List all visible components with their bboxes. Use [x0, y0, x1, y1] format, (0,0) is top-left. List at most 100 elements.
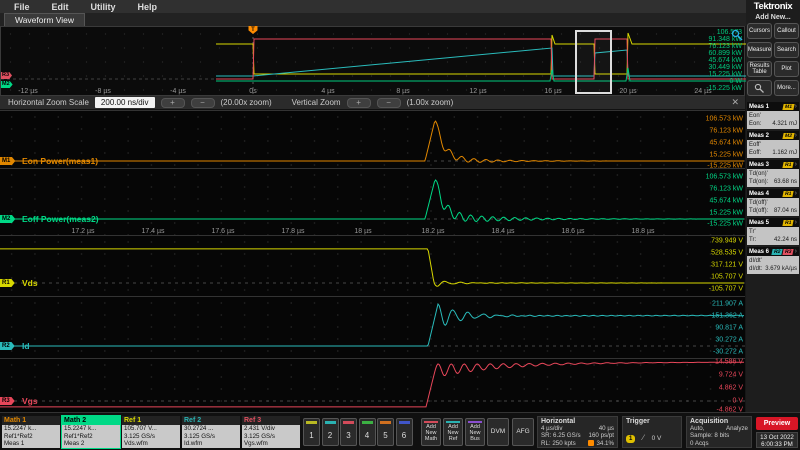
meas-card-meas-2[interactable]: Meas 2M2›Eoff'Eoff:1.162 mJ	[747, 131, 799, 158]
meas-title: Meas 6	[749, 249, 771, 255]
meas-value: 3.679 kA/µs	[765, 265, 797, 273]
overview-graticule[interactable]: -12 µs-8 µs-4 µs0s4 µs8 µs12 µs16 µs20 µ…	[0, 26, 745, 96]
vds-scale-label: 105.707 V	[711, 274, 743, 281]
date-time-display: 13 Oct 2022 6:00:33 PM	[756, 432, 798, 448]
eon-scale-label: 15.225 kW	[710, 152, 743, 159]
cursors-button[interactable]: Cursors	[747, 23, 772, 39]
vertical-zoom-label: Vertical Zoom	[292, 98, 341, 107]
slice-time-label: 18.8 µs	[631, 228, 654, 235]
zoom-toolbar: Horizontal Zoom Scale 200.00 ns/div + − …	[0, 96, 745, 110]
zoom-window-box[interactable]	[575, 30, 612, 94]
meas-value: 42.24 ns	[774, 236, 797, 244]
v-zoom-out-button[interactable]: −	[377, 98, 401, 108]
slice-panel-eoff[interactable]: 106.573 kW76.123 kW45.674 kW15.225 kW-15…	[0, 168, 745, 235]
waveform-badge-ref-1[interactable]: Ref 1105.707 V...3.125 GS/sVds.wfm	[122, 416, 180, 448]
horizontal-title: Horizontal	[541, 418, 614, 425]
h-zoom-out-button[interactable]: −	[191, 98, 215, 108]
overview-time-label: 0s	[249, 88, 256, 95]
slice-time-label: 18.6 µs	[561, 228, 584, 235]
dvm-button[interactable]: DVM	[487, 418, 509, 446]
waveform-badge-ref-3[interactable]: Ref 32.431 V/div3.125 GS/sVgs.wfm	[242, 416, 300, 448]
channel-3-button[interactable]: 3	[340, 418, 357, 446]
slice-time-label: 18 µs	[354, 228, 371, 235]
afg-button[interactable]: AFG	[512, 418, 534, 446]
meas-source-badge: M1	[782, 104, 794, 110]
channel-color-bar	[343, 421, 354, 424]
slice-time-label: 17.6 µs	[211, 228, 234, 235]
meas-line2: Td(on):63.68 ns	[749, 178, 797, 186]
add-new-math-button[interactable]: AddNewMath	[421, 418, 441, 446]
menu-help[interactable]: Help	[138, 2, 158, 12]
eoff-scale-label: -15.225 kW	[707, 221, 743, 228]
meas-value: 63.68 ns	[774, 178, 797, 186]
acq-mode: Auto,	[690, 425, 704, 432]
meas-card-header: Meas 5R1›	[747, 218, 799, 227]
slice-time-label: 18.4 µs	[491, 228, 514, 235]
waveform-badge-ref-2[interactable]: Ref 230.2724 ...3.125 GS/sId.wfm	[182, 416, 240, 448]
meas-line2: Eoff:1.162 mJ	[749, 149, 797, 157]
meas-card-meas-4[interactable]: Meas 4R1›Td(off)'Td(off):87.04 ns	[747, 189, 799, 216]
eoff-waveform	[0, 169, 745, 227]
callout-button[interactable]: Callout	[774, 23, 799, 39]
meas-line2: Td(off):87.04 ns	[749, 207, 797, 215]
meas-card-body: dI/dt'dI/dt:3.679 kA/µs	[747, 256, 799, 274]
waveform-badge-math-2[interactable]: Math 215.2247 k...Ref1*Ref2Meas 2	[62, 416, 120, 448]
waveform-badge-title: Ref 2	[182, 416, 240, 425]
channel-6-button[interactable]: 6	[396, 418, 413, 446]
channel-1-button[interactable]: 1	[303, 418, 320, 446]
plot-button[interactable]: Plot	[774, 61, 799, 77]
meas-line2: Eon:4.321 mJ	[749, 120, 797, 128]
channel-5-button[interactable]: 5	[377, 418, 394, 446]
menu-file[interactable]: File	[14, 2, 30, 12]
menu-utility[interactable]: Utility	[91, 2, 116, 12]
sample-interval: 160 ps/pt	[589, 432, 614, 439]
horizontal-settings-badge[interactable]: Horizontal 4 µs/div40 µs SR: 6.25 GS/s16…	[537, 416, 618, 448]
trigger-level: 0 V	[652, 435, 662, 442]
results-table-button[interactable]: Results Table	[747, 61, 772, 77]
add-new-buttons: CursorsCalloutMeasureSearchResults Table…	[746, 23, 800, 96]
right-control-panel: Tektronix Add New... CursorsCalloutMeasu…	[746, 0, 800, 412]
h-zoom-factor: (20.00x zoom)	[221, 98, 272, 107]
meas-card-meas-3[interactable]: Meas 3R1›Td(on)'Td(on):63.68 ns	[747, 160, 799, 187]
h-zoom-in-button[interactable]: +	[161, 98, 185, 108]
meas-card-meas-5[interactable]: Meas 5R1›Tr'Tr:42.24 ns	[747, 218, 799, 245]
vds-scale-label: 739.949 V	[711, 238, 743, 245]
add-new-bus-button[interactable]: AddNewBus	[465, 418, 485, 446]
add-new-label: Add New...	[746, 14, 800, 21]
overview-scale-label: 45.674 kW	[709, 57, 742, 64]
overview-trace-vgs	[216, 39, 746, 79]
add-new-ref-button[interactable]: AddNewRef	[443, 418, 463, 446]
channel-2-button[interactable]: 2	[322, 418, 339, 446]
chevron-right-icon: ›	[795, 219, 797, 226]
slice-panel-vgs[interactable]: 14.586 V9.724 V4.862 V0 V-4.862 VR3Vgs	[0, 358, 745, 412]
channel-number: 6	[397, 431, 412, 440]
channel-4-button[interactable]: 4	[359, 418, 376, 446]
meas-card-body: Eon'Eon:4.321 mJ	[747, 111, 799, 129]
acquisition-settings-badge[interactable]: Acquisition Auto,Analyze Sample: 8 bits …	[686, 416, 752, 448]
trigger-slope-icon: ∕	[643, 433, 644, 442]
more--button[interactable]: More...	[774, 80, 799, 96]
date: 13 Oct 2022	[757, 434, 797, 441]
menu-edit[interactable]: Edit	[52, 2, 69, 12]
horizontal-zoom-scale-value[interactable]: 200.00 ns/div	[95, 97, 155, 108]
magnifier-icon[interactable]	[747, 80, 772, 96]
slice-panel-vds[interactable]: 739.949 V528.535 V317.121 V105.707 V-105…	[0, 235, 745, 296]
eon-trace-label: Eon Power(meas1)	[22, 156, 98, 166]
meas-card-meas-6[interactable]: Meas 6R2R3›dI/dt'dI/dt:3.679 kA/µs	[747, 247, 799, 274]
search-button[interactable]: Search	[774, 42, 799, 58]
overview-time-label: 20 µs	[619, 88, 636, 95]
meas-line2: dI/dt:3.679 kA/µs	[749, 265, 797, 273]
trigger-settings-badge[interactable]: Trigger 1 ∕ 0 V	[622, 416, 682, 448]
tab-waveform-view[interactable]: Waveform View	[4, 13, 85, 26]
slice-panel-eon[interactable]: 106.573 kW76.123 kW45.674 kW15.225 kW-15…	[0, 110, 745, 168]
close-zoom-icon[interactable]: ✕	[731, 97, 739, 108]
measure-button[interactable]: Measure	[747, 42, 772, 58]
menu-bar: File Edit Utility Help	[0, 0, 800, 13]
v-zoom-in-button[interactable]: +	[347, 98, 371, 108]
preview-button[interactable]: Preview	[756, 417, 798, 430]
meas-card-body: Td(off)'Td(off):87.04 ns	[747, 198, 799, 216]
waveform-badge-info: 105.707 V...3.125 GS/sVds.wfm	[122, 425, 180, 448]
meas-card-meas-1[interactable]: Meas 1M1›Eon'Eon:4.321 mJ	[747, 102, 799, 129]
slice-panel-id[interactable]: 211.907 A151.362 A90.817 A30.272 A-30.27…	[0, 296, 745, 358]
waveform-badge-math-1[interactable]: Math 115.2247 k...Ref1*Ref2Meas 1	[2, 416, 60, 448]
